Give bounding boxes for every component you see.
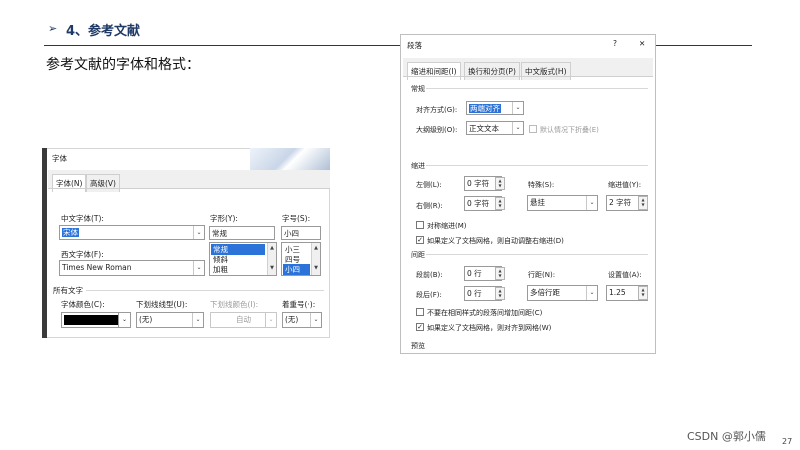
style-label: 字形(Y): <box>210 214 238 223</box>
bullet-arrow-icon: ➢ <box>48 22 58 35</box>
chevron-down-icon[interactable]: ⌄ <box>118 312 131 328</box>
chevron-down-icon[interactable]: ⌄ <box>265 313 276 327</box>
after-spacing-label: 段后(F): <box>416 291 442 299</box>
chevron-down-icon[interactable]: ⌄ <box>193 261 204 275</box>
left-indent-label: 左侧(L): <box>416 181 442 189</box>
paragraph-dialog-title: 段落 <box>407 41 422 50</box>
style-option[interactable]: 加粗 <box>211 264 230 275</box>
spacing-group-label: 间距 <box>411 251 425 259</box>
no-space-label: 不要在相同样式的段落间增加间距(C) <box>427 309 543 317</box>
after-spacing-spinner[interactable]: ▲ ▼ <box>495 287 505 300</box>
collapse-checkbox[interactable] <box>529 125 537 133</box>
tab-font[interactable]: 字体(N) <box>52 174 87 192</box>
right-indent-label: 右侧(R): <box>416 202 443 210</box>
before-spacing-label: 段前(B): <box>416 271 443 279</box>
chevron-down-icon[interactable]: ⌄ <box>512 122 523 134</box>
mirror-indent-label: 对称缩进(M) <box>427 222 467 230</box>
indent-value-spinner[interactable]: ▲ ▼ <box>638 196 648 210</box>
general-label: 常规 <box>411 85 425 93</box>
special-indent-label: 特殊(S): <box>528 181 555 189</box>
size-listbox[interactable]: 小三 四号 小四 ▲ ▼ <box>281 242 321 276</box>
auto-indent-label: 如果定义了文档网格，则自动调整右缩进(D) <box>427 237 564 245</box>
tab-line-page-breaks[interactable]: 换行和分页(P) <box>464 62 520 80</box>
tab-asian-typography[interactable]: 中文版式(H) <box>521 62 571 80</box>
chevron-down-icon[interactable]: ⌄ <box>192 313 203 327</box>
size-label: 字号(S): <box>282 214 311 223</box>
help-icon[interactable]: ? <box>613 39 617 48</box>
chevron-down-icon[interactable]: ⌄ <box>193 226 204 239</box>
underline-color-label: 下划线颜色(I): <box>210 300 259 309</box>
right-indent-spinner[interactable]: ▲ ▼ <box>495 197 505 210</box>
intro-text: 参考文献的字体和格式： <box>46 57 200 73</box>
section-title: 4、参考文献 <box>66 24 141 39</box>
setting-value-label: 设置值(A): <box>608 271 642 279</box>
font-dialog-title: 字体 <box>52 154 67 163</box>
cropped-edge <box>42 148 47 338</box>
chevron-down-icon[interactable]: ⌄ <box>310 313 321 327</box>
tab-indent-spacing[interactable]: 缩进和间距(I) <box>407 62 461 80</box>
before-spacing-spinner[interactable]: ▲ ▼ <box>495 267 505 280</box>
title-underline-left <box>44 45 400 46</box>
preview-label: 预览 <box>411 342 425 350</box>
all-text-label: 所有文字 <box>53 286 83 295</box>
chevron-down-icon[interactable]: ⌄ <box>586 286 597 300</box>
mirror-indent-checkbox[interactable] <box>416 221 424 229</box>
west-font-label: 西文字体(F): <box>61 250 104 259</box>
snap-grid-checkbox[interactable]: ✓ <box>416 323 424 331</box>
size-option[interactable]: 小四 <box>283 264 310 275</box>
style-listbox[interactable]: 常规 倾斜 加粗 ▲ ▼ <box>209 242 277 276</box>
page-number: 27 <box>782 437 793 446</box>
collapse-label: 默认情况下折叠(E) <box>540 126 599 134</box>
indent-value-label: 缩进值(Y): <box>608 181 642 189</box>
chevron-down-icon[interactable]: ⌄ <box>512 102 523 114</box>
tab-advanced[interactable]: 高级(V) <box>86 174 120 192</box>
outline-level-label: 大纲级别(O): <box>416 126 458 134</box>
setting-value-spinner[interactable]: ▲ ▼ <box>638 286 648 300</box>
chevron-down-icon[interactable]: ⌄ <box>586 196 597 210</box>
font-dialog: 字体 字体(N) 高级(V) 中文字体(T): 宋体 ⌄ 字形(Y): 常规 常… <box>42 148 330 338</box>
style-scrollbar[interactable]: ▲ ▼ <box>267 243 276 275</box>
decorative-image <box>250 148 330 170</box>
indent-group-label: 缩进 <box>411 162 425 170</box>
close-icon[interactable]: ✕ <box>639 39 645 48</box>
cn-font-label: 中文字体(T): <box>61 214 104 223</box>
style-input[interactable]: 常规 <box>209 226 275 240</box>
west-font-select[interactable]: Times New Roman <box>59 260 205 276</box>
title-underline-right <box>655 45 752 46</box>
size-input[interactable]: 小四 <box>281 226 321 240</box>
no-space-checkbox[interactable] <box>416 308 424 316</box>
snap-grid-label: 如果定义了文档网格，则对齐到网格(W) <box>427 324 552 332</box>
alignment-value: 两端对齐 <box>469 104 501 113</box>
brand-watermark: CSDN @郭小儒 <box>687 430 766 443</box>
cn-font-select[interactable]: 宋体 <box>59 225 205 240</box>
alignment-label: 对齐方式(G): <box>416 106 458 114</box>
auto-indent-checkbox[interactable]: ✓ <box>416 236 424 244</box>
underline-style-label: 下划线线型(U): <box>136 300 188 309</box>
font-color-label: 字体颜色(C): <box>61 300 105 309</box>
size-scrollbar[interactable]: ▲ ▼ <box>311 243 320 275</box>
paragraph-dialog: 段落 ? ✕ 缩进和间距(I) 换行和分页(P) 中文版式(H) 常规 对齐方式… <box>400 34 656 354</box>
cn-font-value: 宋体 <box>62 228 79 237</box>
line-spacing-label: 行距(N): <box>528 271 556 279</box>
emphasis-label: 着重号(·): <box>282 300 316 309</box>
left-indent-spinner[interactable]: ▲ ▼ <box>495 177 505 190</box>
